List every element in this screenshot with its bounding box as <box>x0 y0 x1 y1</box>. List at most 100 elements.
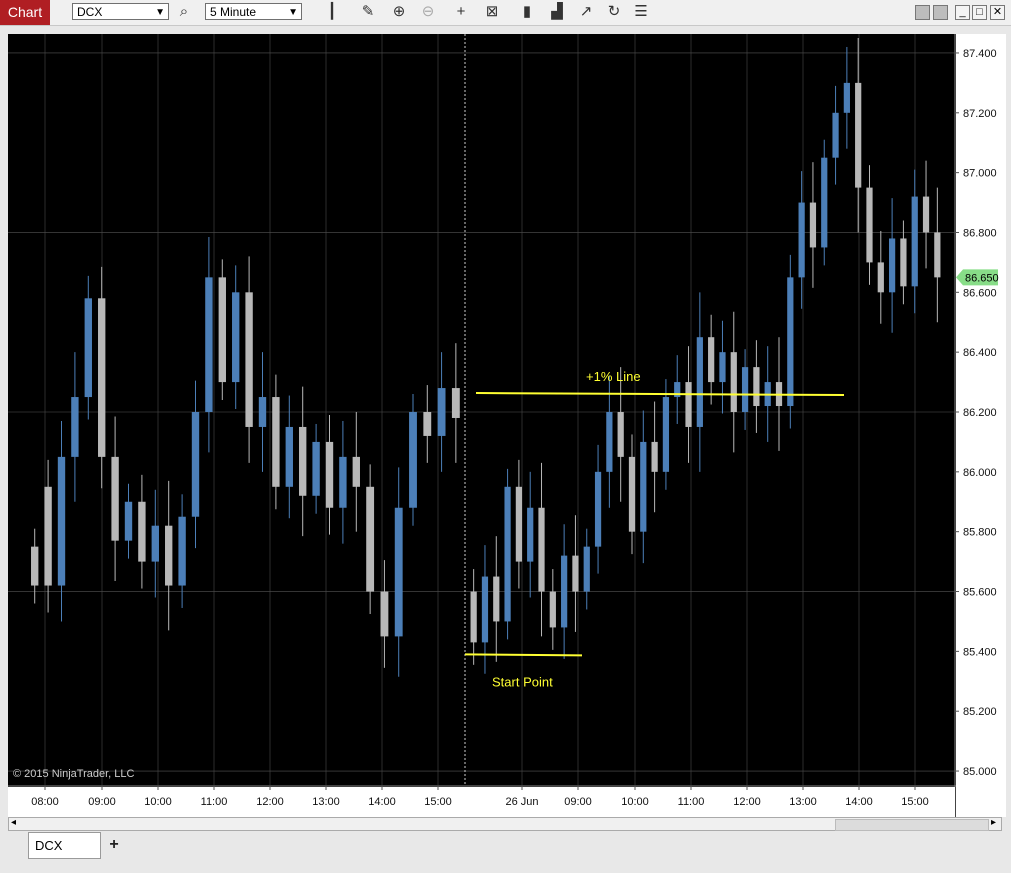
x-tick-label: 11:00 <box>678 796 705 808</box>
instrument-value: DCX <box>77 5 103 19</box>
scroll-right-icon[interactable]: ▸ <box>991 817 996 828</box>
instrument-selector[interactable]: DCX ▼ <box>72 3 169 20</box>
candle-body <box>640 441 647 532</box>
candle-body <box>493 576 500 622</box>
candle-body <box>178 516 186 586</box>
x-tick-label: 14:00 <box>845 796 873 808</box>
interval-selector[interactable]: 5 Minute ▼ <box>205 3 302 20</box>
zoom-in-icon[interactable]: ⊕ <box>389 3 409 21</box>
start-point-line <box>464 653 583 657</box>
data-box-icon[interactable]: ⊠ <box>482 3 502 21</box>
candle-body <box>470 591 477 643</box>
candle-body <box>366 486 375 592</box>
candle-body <box>617 412 624 457</box>
y-tick-label: 86.000 <box>963 467 997 479</box>
reload-icon[interactable]: ↻ <box>604 3 624 21</box>
x-tick-label: 12:00 <box>733 796 761 808</box>
candle-body <box>258 397 267 427</box>
candle-body <box>481 576 489 643</box>
candle-body <box>787 277 794 407</box>
candle-body <box>84 298 92 398</box>
candle-body <box>549 591 556 628</box>
candle-body <box>900 238 907 287</box>
candle-body <box>409 412 417 508</box>
start-point-label: Start Point <box>492 674 553 689</box>
candle-body <box>696 337 703 427</box>
candle-body <box>843 82 850 113</box>
draw-pencil-icon[interactable]: ✎ <box>358 3 378 21</box>
candle-body <box>662 397 670 472</box>
x-tick-label: 08:00 <box>31 796 59 808</box>
search-icon[interactable]: ⌕ <box>174 3 194 21</box>
chart-panel[interactable]: 87.400 87.200 87.000 86.800 86.600 86.400 86.2… <box>8 34 1006 817</box>
candle-body <box>888 238 896 293</box>
candle-body <box>437 388 446 436</box>
candle-body <box>245 292 253 427</box>
chart-tab-dcx[interactable]: DCX <box>28 832 101 859</box>
candle-body <box>583 546 590 592</box>
tile-icon[interactable] <box>933 5 948 20</box>
last-price-label: 86.650 <box>965 272 999 284</box>
candle-body <box>821 157 828 248</box>
x-tick-label: 12:00 <box>256 796 284 808</box>
candle-body <box>798 202 805 278</box>
candle-body <box>606 412 613 472</box>
candle-body <box>352 456 360 487</box>
candle-body <box>527 507 534 562</box>
x-tick-label: 10:00 <box>144 796 172 808</box>
candle-body <box>111 456 119 541</box>
minimize-icon[interactable]: _ <box>955 5 970 20</box>
y-tick-label: 86.400 <box>963 347 997 359</box>
candle-body <box>832 112 839 158</box>
candle-body <box>866 187 873 263</box>
candle-body <box>285 426 293 487</box>
y-tick-label: 86.600 <box>963 287 997 299</box>
close-icon[interactable]: ✕ <box>990 5 1005 20</box>
add-tab-button[interactable]: + <box>103 833 125 857</box>
scroll-left-icon[interactable]: ◂ <box>11 817 16 828</box>
candle-body <box>151 525 159 562</box>
chart-window-title: Chart <box>0 0 50 25</box>
candle-body <box>628 456 636 532</box>
indicators-icon[interactable]: ▮ <box>517 3 537 21</box>
maximize-icon[interactable]: □ <box>972 5 987 20</box>
x-tick-label: 09:00 <box>564 796 592 808</box>
candle-body <box>934 232 941 278</box>
candle-body <box>922 196 930 233</box>
candle-body <box>719 352 726 383</box>
crosshair-icon[interactable]: + <box>451 3 471 21</box>
bar-type-icon[interactable]: ┃ <box>322 3 342 21</box>
candle-body <box>741 367 749 412</box>
candle-body <box>451 388 460 418</box>
candle-body <box>753 367 760 407</box>
candle-body <box>380 591 389 637</box>
candle-body <box>423 412 432 436</box>
x-tick-label: 15:00 <box>901 796 929 808</box>
strategies-icon[interactable]: ▟ <box>547 3 567 21</box>
chevron-down-icon: ▼ <box>155 7 165 18</box>
copyright-label: © 2015 NinjaTrader, LLC <box>13 768 134 780</box>
x-tick-label: 26 Jun <box>505 796 538 808</box>
tile-icon[interactable] <box>915 5 930 20</box>
price-chart[interactable]: 87.400 87.200 87.000 86.800 86.600 86.400 86.2… <box>8 34 1006 817</box>
y-tick-label: 85.400 <box>963 646 997 658</box>
candle-body <box>299 426 307 496</box>
candle-body <box>911 196 918 287</box>
scrollbar-thumb[interactable] <box>835 819 989 831</box>
x-tick-label: 13:00 <box>312 796 340 808</box>
candle-body <box>594 471 602 547</box>
drawing-tools-icon[interactable]: ↗ <box>576 3 596 21</box>
horizontal-scrollbar[interactable]: ◂ ▸ <box>8 817 1002 831</box>
candle-body <box>572 555 579 592</box>
zoom-out-icon[interactable]: ⊖ <box>418 3 438 21</box>
candle-body <box>138 501 146 562</box>
candle-body <box>730 352 737 412</box>
candle-body <box>561 555 568 628</box>
candle-body <box>31 546 39 586</box>
properties-icon[interactable]: ☰ <box>631 3 651 21</box>
candle-body <box>98 298 106 457</box>
candle-body <box>339 456 347 508</box>
candle-body <box>708 337 715 383</box>
candle-body <box>394 507 403 637</box>
y-tick-label: 85.600 <box>963 587 997 599</box>
